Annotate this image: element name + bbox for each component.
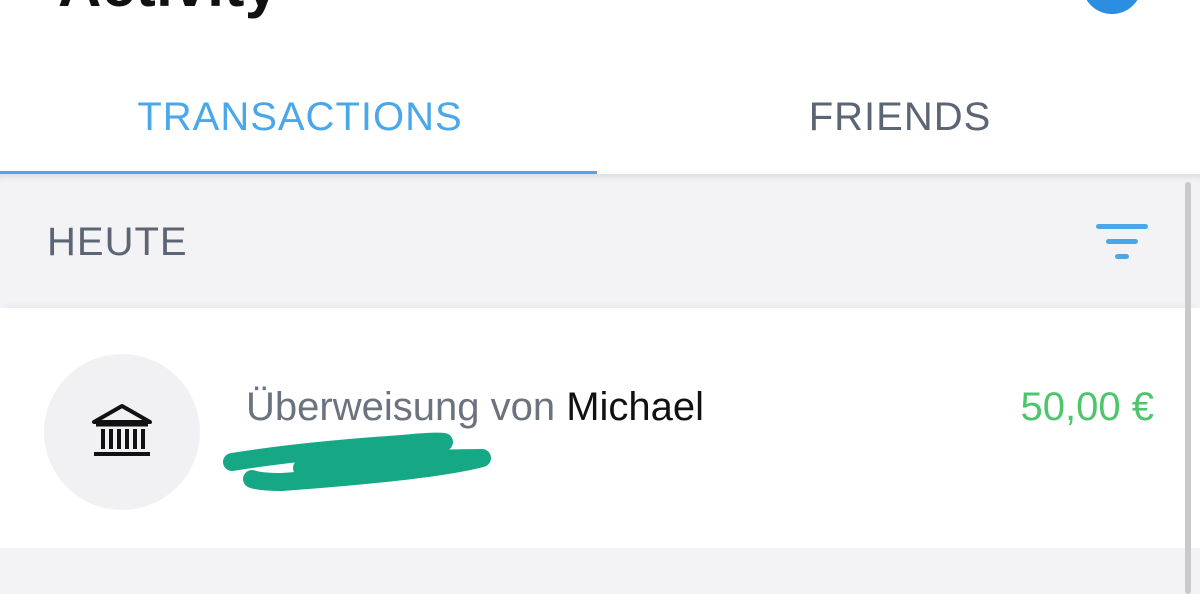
- tab-friends[interactable]: FRIENDS: [600, 60, 1200, 174]
- tab-friends-label: FRIENDS: [808, 94, 992, 139]
- page-title: Activity: [58, 0, 279, 16]
- redaction-mark: [223, 432, 491, 491]
- filter-icon[interactable]: [1096, 224, 1148, 260]
- tab-transactions-label: TRANSACTIONS: [137, 94, 463, 139]
- transaction-description-prefix: Überweisung von: [246, 385, 556, 429]
- section-header: HEUTE: [0, 174, 1200, 308]
- scrollbar[interactable]: [1185, 182, 1191, 594]
- section-title: HEUTE: [47, 220, 188, 264]
- tab-bar: TRANSACTIONS FRIENDS: [0, 60, 1200, 174]
- avatar[interactable]: [1082, 0, 1142, 14]
- transaction-row[interactable]: Überweisung von Michael 50,00 €: [0, 308, 1200, 548]
- tab-transactions[interactable]: TRANSACTIONS: [0, 60, 600, 174]
- next-section: [0, 548, 1200, 594]
- activity-screen: Activity TRANSACTIONS FRIENDS HEUTE: [0, 0, 1200, 594]
- transaction-amount: 50,00 €: [1020, 385, 1154, 429]
- transaction-sender-name: Michael: [566, 385, 705, 429]
- bank-icon: [92, 404, 152, 456]
- transaction-icon-circle: [44, 354, 200, 510]
